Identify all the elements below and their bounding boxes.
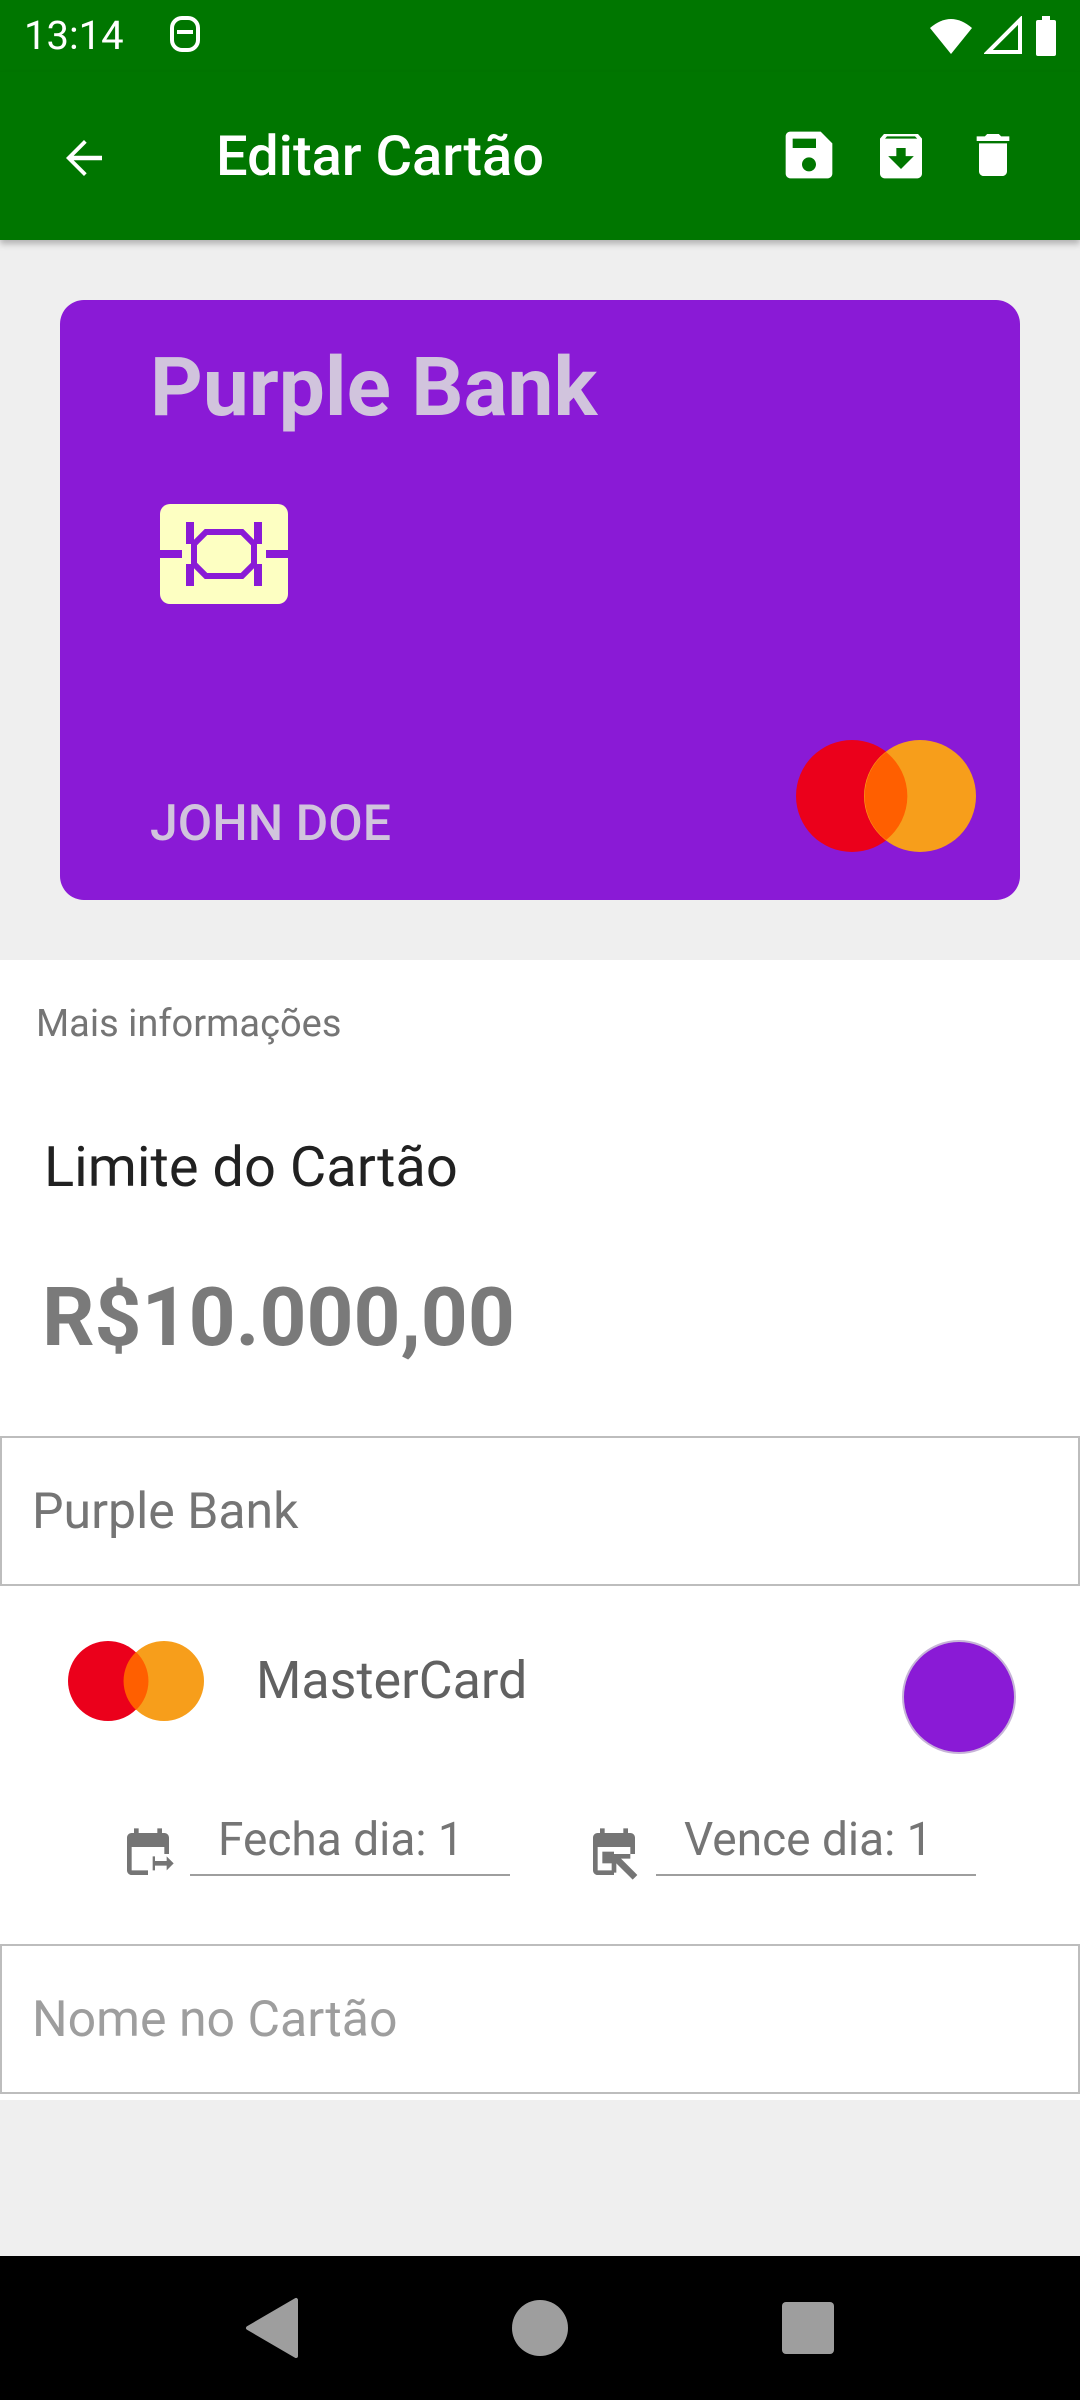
wifi-icon — [930, 19, 972, 54]
archive-button[interactable] — [868, 122, 934, 188]
back-button[interactable] — [44, 118, 124, 198]
save-button[interactable] — [776, 122, 842, 188]
limit-value[interactable]: R$10.000,00 — [42, 1270, 515, 1366]
brand-row: MasterCard — [0, 1600, 1080, 1754]
more-info-label: Mais informações — [36, 1002, 342, 1046]
credit-card-preview: Purple Bank JOHN DOE — [60, 300, 1020, 900]
archive-download-icon — [880, 134, 922, 179]
save-icon — [785, 131, 833, 179]
bank-name-field[interactable]: Purple Bank — [0, 1436, 1080, 1586]
info-section: Mais informações Limite do Cartão R$10.0… — [0, 960, 1080, 2100]
calendar-due-icon — [593, 1828, 638, 1880]
app-bar: Editar Cartão — [0, 72, 1080, 240]
arrow-back-icon — [66, 140, 102, 176]
card-bank-name: Purple Bank — [150, 340, 598, 436]
card-name-field[interactable]: Nome no Cartão — [0, 1944, 1080, 2094]
nav-back-icon[interactable] — [242, 2296, 302, 2360]
mastercard-logo-icon — [796, 740, 976, 852]
battery-icon — [1036, 16, 1056, 56]
status-time: 13:14 — [24, 12, 124, 59]
card-name-placeholder: Nome no Cartão — [32, 1991, 398, 2049]
page-title: Editar Cartão — [216, 123, 545, 189]
closing-day-field[interactable]: Fecha dia: 1 — [190, 1808, 510, 1876]
bank-name-value: Purple Bank — [32, 1483, 299, 1541]
nav-home-icon[interactable] — [510, 2298, 570, 2358]
mastercard-brand-icon[interactable] — [66, 1638, 206, 1724]
brand-label[interactable]: MasterCard — [256, 1650, 527, 1712]
nav-recents-icon[interactable] — [780, 2300, 836, 2356]
closing-day-value: Fecha dia: 1 — [218, 1813, 464, 1867]
notification-app-icon — [170, 16, 200, 52]
card-holder-name: JOHN DOE — [150, 795, 391, 853]
navigation-bar — [0, 2256, 1080, 2400]
limit-label: Limite do Cartão — [44, 1134, 458, 1200]
card-chip-icon — [160, 504, 288, 604]
trash-icon — [976, 134, 1010, 176]
status-bar: 13:14 — [0, 0, 1080, 72]
due-day-field[interactable]: Vence dia: 1 — [656, 1808, 976, 1876]
due-day-value: Vence dia: 1 — [684, 1813, 933, 1867]
status-icons — [928, 14, 1058, 58]
color-picker-button[interactable] — [902, 1640, 1016, 1754]
calendar-closing-icon — [127, 1828, 174, 1875]
delete-button[interactable] — [960, 122, 1026, 188]
signal-icon — [984, 16, 1022, 54]
